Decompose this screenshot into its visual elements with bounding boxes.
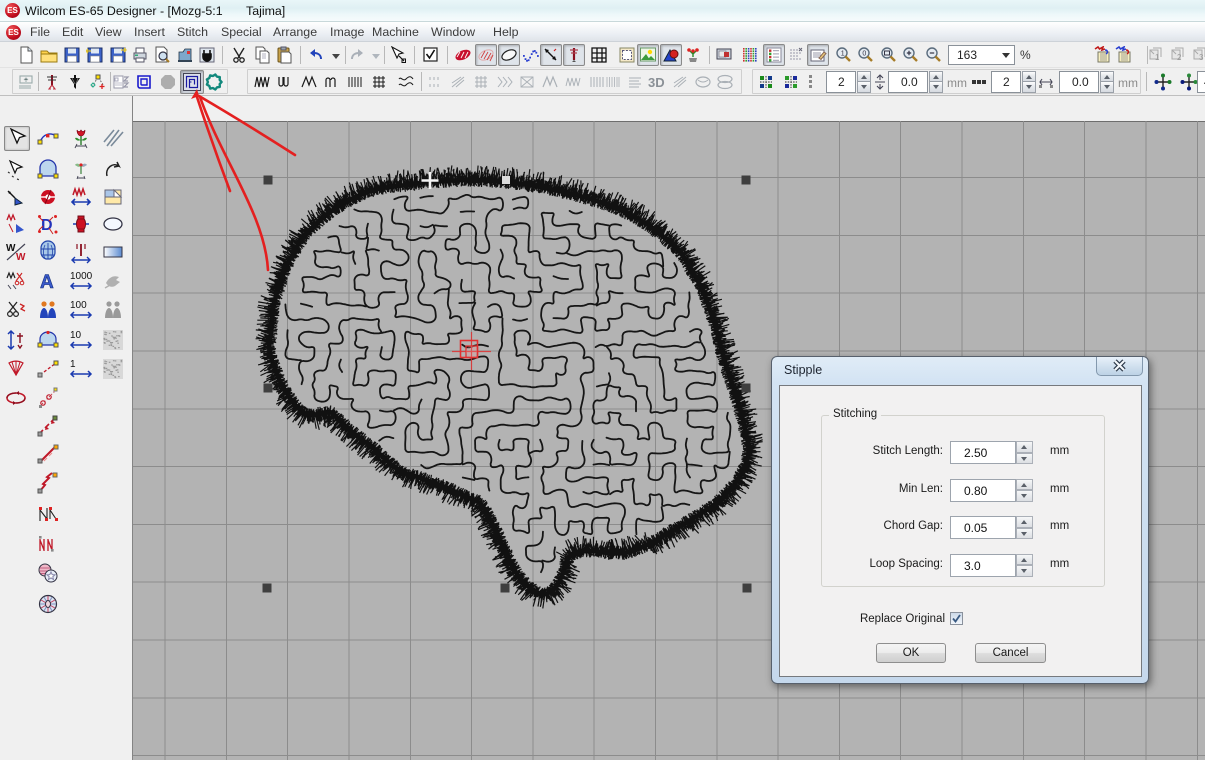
svg-text:1000: 1000: [70, 271, 93, 282]
svg-text:W: W: [16, 252, 26, 263]
svg-text:1: 1: [70, 359, 76, 370]
svg-text:A: A: [40, 272, 54, 293]
svg-text:3: 3: [1199, 53, 1204, 62]
svg-text:10: 10: [70, 330, 82, 341]
svg-text:100: 100: [70, 300, 87, 311]
svg-text:2: 2: [1177, 53, 1182, 62]
svg-text:1: 1: [841, 51, 845, 58]
svg-text:W: W: [6, 243, 16, 254]
svg-text:1: 1: [1155, 53, 1160, 62]
svg-text:0: 0: [862, 51, 866, 58]
